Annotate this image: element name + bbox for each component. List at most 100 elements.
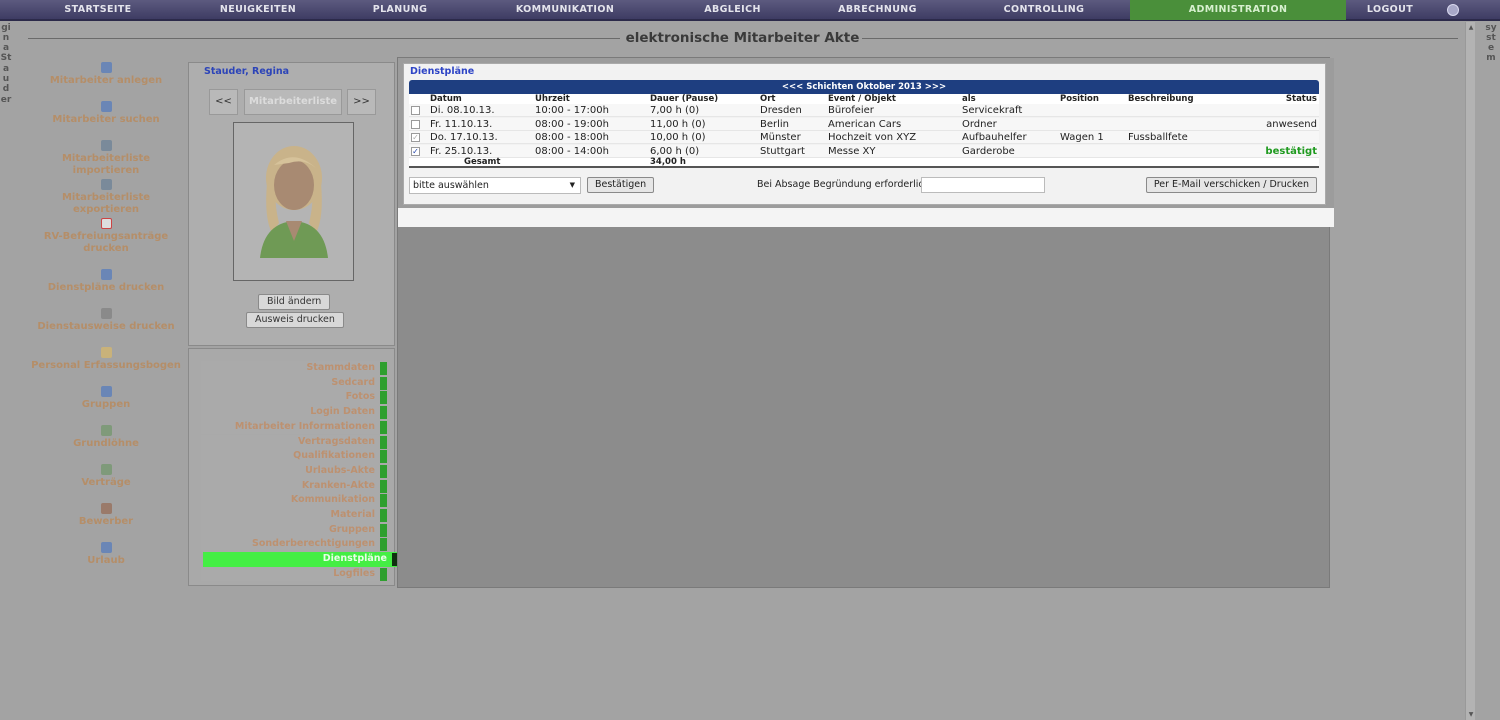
submenu-qualifikationen[interactable]: Qualifikationen xyxy=(201,449,387,464)
nav-logout[interactable]: LOGOUT xyxy=(1350,0,1430,20)
group-icon xyxy=(100,386,112,397)
nav-kommunikation[interactable]: KOMMUNIKATION xyxy=(490,0,640,20)
reason-label: Bei Absage Begründung erforderlich xyxy=(757,179,930,190)
row-checkbox[interactable]: ✓ xyxy=(411,146,420,156)
menu-bewerber[interactable]: Bewerber xyxy=(30,503,182,528)
employee-card: Stauder, Regina << Mitarbeiterliste >> B… xyxy=(188,62,395,346)
nav-abgleich[interactable]: ABGLEICH xyxy=(660,0,805,20)
menu-grundloehne[interactable]: Grundlöhne xyxy=(30,425,182,450)
person-print-icon xyxy=(100,269,112,280)
menu-dienstausweise-drucken[interactable]: Dienstausweise drucken xyxy=(30,308,182,333)
contract-icon xyxy=(100,464,112,475)
scroll-up-arrow-icon[interactable]: ▲ xyxy=(1466,24,1476,31)
month-navigation[interactable]: <<< Schichten Oktober 2013 >>> xyxy=(409,80,1319,94)
submenu-fotos[interactable]: Fotos xyxy=(201,390,387,406)
submenu-vertragsdaten[interactable]: Vertragsdaten xyxy=(201,434,387,450)
chevron-down-icon: ▼ xyxy=(569,181,575,189)
reason-input[interactable] xyxy=(921,177,1045,193)
col-position: Position xyxy=(1060,94,1099,104)
scroll-down-arrow-icon[interactable]: ▼ xyxy=(1466,711,1476,718)
people-import-icon xyxy=(100,140,112,151)
menu-vertraege[interactable]: Verträge xyxy=(30,464,182,489)
status-badge: bestätigt xyxy=(1265,145,1317,157)
title-divider-right xyxy=(862,38,1458,39)
pdf-icon xyxy=(100,218,112,229)
menu-mitarbeiter-anlegen[interactable]: Mitarbeiter anlegen xyxy=(30,62,182,87)
col-uhrzeit: Uhrzeit xyxy=(535,94,570,104)
top-navigation: STARTSEITE NEUIGKEITEN PLANUNG KOMMUNIKA… xyxy=(0,0,1500,21)
submenu-urlaubs-akte[interactable]: Urlaubs-Akte xyxy=(201,463,387,479)
table-row: ✓ Fr. 25.10.13. 08:00 - 14:00h 6,00 h (0… xyxy=(409,144,1319,158)
nav-controlling[interactable]: CONTROLLING xyxy=(965,0,1123,20)
submenu-stammdaten[interactable]: Stammdaten xyxy=(201,361,387,376)
menu-gruppen[interactable]: Gruppen xyxy=(30,386,182,411)
col-ort: Ort xyxy=(760,94,776,104)
dienstplaene-frame: Dienstpläne <<< Schichten Oktober 2013 >… xyxy=(398,58,1334,208)
people-export-icon xyxy=(100,179,112,190)
page-title: elektronische Mitarbeiter Akte xyxy=(625,30,860,46)
row-checkbox[interactable] xyxy=(411,119,420,129)
menu-mitarbeiterliste-exportieren[interactable]: Mitarbeiterliste exportieren xyxy=(30,179,182,216)
nav-abrechnung[interactable]: ABRECHNUNG xyxy=(805,0,950,20)
person-add-icon xyxy=(100,62,112,73)
confirm-button[interactable]: Bestätigen xyxy=(587,177,655,193)
col-dauer: Dauer (Pause) xyxy=(650,94,719,104)
submenu-dienstplaene[interactable]: Dienstpläne xyxy=(203,552,399,567)
submenu-gruppen[interactable]: Gruppen xyxy=(201,522,387,538)
prev-employee-button[interactable]: << xyxy=(209,89,238,115)
menu-dienstplaene-drucken[interactable]: Dienstpläne drucken xyxy=(30,269,182,294)
id-card-icon xyxy=(100,308,112,319)
menu-rv-befreiungsantraege[interactable]: RV-Befreiungsanträge drucken xyxy=(30,218,182,255)
menu-mitarbeiter-suchen[interactable]: Mitarbeiter suchen xyxy=(30,101,182,126)
main-content: Dienstpläne <<< Schichten Oktober 2013 >… xyxy=(397,57,1334,588)
total-label: Gesamt xyxy=(464,157,501,167)
menu-urlaub[interactable]: Urlaub xyxy=(30,542,182,567)
wage-icon xyxy=(100,425,112,436)
col-datum: Datum xyxy=(430,94,462,104)
action-select[interactable]: bitte auswählen ▼ xyxy=(409,177,581,194)
total-value: 34,00 h xyxy=(650,157,686,167)
nav-administration[interactable]: ADMINISTRATION xyxy=(1130,0,1346,20)
submenu-sedcard[interactable]: Sedcard xyxy=(201,375,387,391)
submenu-kranken-akte[interactable]: Kranken-Akte xyxy=(201,478,387,494)
email-print-button[interactable]: Per E-Mail verschicken / Drucken xyxy=(1145,177,1317,193)
submenu-material[interactable]: Material xyxy=(201,508,387,523)
submenu-login-daten[interactable]: Login Daten xyxy=(201,405,387,420)
vacation-icon xyxy=(100,542,112,553)
next-employee-button[interactable]: >> xyxy=(347,89,376,115)
applicant-icon xyxy=(100,503,112,514)
nav-planung[interactable]: PLANUNG xyxy=(330,0,470,20)
table-row: ✓ Do. 17.10.13. 08:00 - 18:00h 10,00 h (… xyxy=(409,131,1319,144)
dienstplaene-legend: Dienstpläne xyxy=(410,66,475,77)
table-row: Di. 08.10.13. 10:00 - 17:00h 7,00 h (0) … xyxy=(409,104,1319,117)
row-checkbox[interactable] xyxy=(411,106,420,115)
submenu-sonderberechtigungen[interactable]: Sonderberechtigungen xyxy=(201,537,387,553)
table-row: Fr. 11.10.13. 08:00 - 19:00h 11,00 h (0)… xyxy=(409,117,1319,131)
dienstplaene-panel: Dienstpläne <<< Schichten Oktober 2013 >… xyxy=(403,63,1326,205)
row-checkbox[interactable]: ✓ xyxy=(411,133,420,142)
nav-neuigkeiten[interactable]: NEUIGKEITEN xyxy=(178,0,338,20)
print-id-button[interactable]: Ausweis drucken xyxy=(246,312,344,328)
employee-list-button[interactable]: Mitarbeiterliste xyxy=(244,89,342,115)
menu-mitarbeiterliste-importieren[interactable]: Mitarbeiterliste importieren xyxy=(30,140,182,177)
employee-sub-menu: Stammdaten Sedcard Fotos Login Daten Mit… xyxy=(188,348,399,586)
person-search-icon xyxy=(100,101,112,112)
submenu-logfiles[interactable]: Logfiles xyxy=(201,566,387,582)
change-photo-button[interactable]: Bild ändern xyxy=(258,294,331,310)
col-event: Event / Objekt xyxy=(828,94,896,104)
employee-name: Stauder, Regina xyxy=(202,66,291,77)
title-divider-left xyxy=(28,38,620,39)
page-scrollbar[interactable]: ▲ ▼ xyxy=(1465,22,1475,720)
nav-startseite[interactable]: STARTSEITE xyxy=(18,0,178,20)
col-status: Status xyxy=(1285,94,1317,104)
action-controls: bitte auswählen ▼ Bestätigen Bei Absage … xyxy=(409,177,1319,195)
avatar-placeholder-icon xyxy=(260,146,328,258)
form-icon xyxy=(100,347,112,358)
col-als: als xyxy=(962,94,976,104)
submenu-kommunikation[interactable]: Kommunikation xyxy=(201,493,387,508)
col-beschreibung: Beschreibung xyxy=(1128,94,1194,104)
employee-photo xyxy=(233,122,354,281)
menu-personal-erfassungsbogen[interactable]: Personal Erfassungsbogen xyxy=(30,347,182,372)
user-help-icon[interactable] xyxy=(1447,4,1459,16)
submenu-mitarbeiter-informationen[interactable]: Mitarbeiter Informationen xyxy=(201,419,387,435)
